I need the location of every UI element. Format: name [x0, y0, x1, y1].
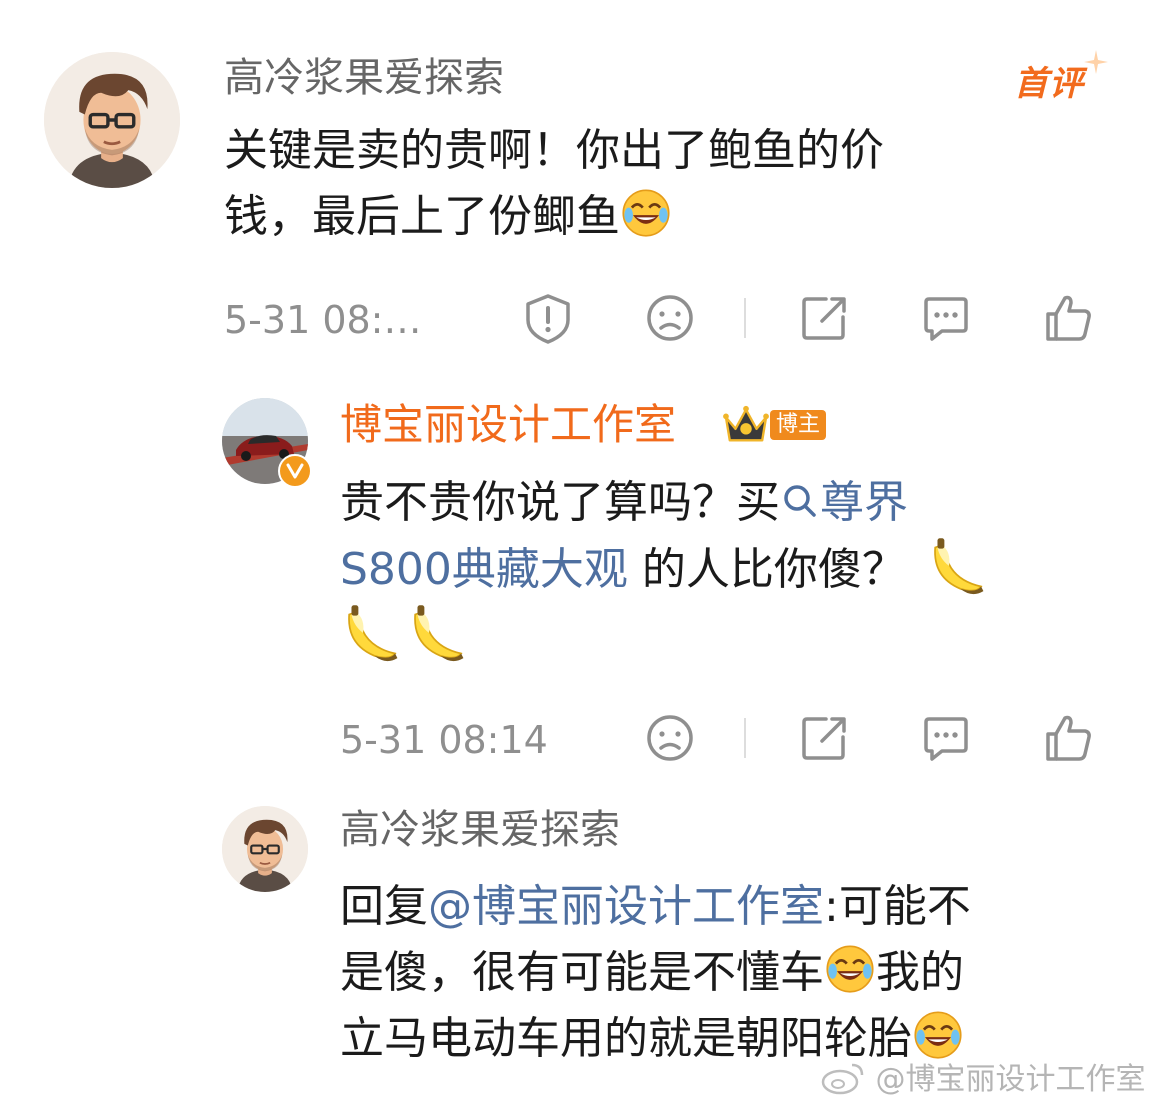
- comment-button[interactable]: [918, 290, 974, 346]
- reply-prefix: 回复: [340, 881, 428, 932]
- verified-badge: [278, 454, 312, 488]
- avatar[interactable]: [44, 52, 180, 188]
- reply-text-line: 回复@博宝丽设计工作室:可能不: [340, 874, 1130, 940]
- blogger-badge: 博主: [722, 404, 827, 446]
- crown-icon: [723, 405, 769, 442]
- like-button[interactable]: [1040, 290, 1096, 346]
- banana-emoji: [414, 604, 465, 662]
- comment-text: 关键是卖的贵啊！你出了鲍鱼的价 钱，最后上了份鲫鱼: [224, 118, 1084, 250]
- comment-text-line: 关键是卖的贵啊！你出了鲍鱼的价: [224, 125, 884, 176]
- reply-text-segment: 我的: [876, 947, 964, 998]
- reply-text-line: 是傻，很有可能是不懂车 我的: [340, 940, 1130, 1006]
- banana-emoji: [934, 537, 985, 595]
- reply-text-segment: 是傻，很有可能是不懂车: [340, 947, 824, 998]
- dislike-button[interactable]: [642, 710, 698, 766]
- banana-emoji: [348, 604, 399, 662]
- weibo-logo-icon: [821, 1063, 864, 1095]
- action-divider: [744, 298, 746, 338]
- blogger-badge-label: 博主: [770, 410, 827, 440]
- report-icon: [526, 294, 570, 344]
- comment-button[interactable]: [918, 710, 974, 766]
- dislike-icon: [647, 715, 693, 761]
- reply-text-line: 贵不贵你说了算吗？买 尊界: [340, 470, 1100, 536]
- sparkle-icon: [1084, 50, 1108, 74]
- comment-icon: [924, 297, 968, 341]
- reply-text-segment: :可能不: [824, 881, 971, 932]
- laugh-cry-emoji: [621, 188, 671, 238]
- comment-username[interactable]: 高冷浆果爱探索: [224, 54, 504, 102]
- blogger-username[interactable]: 博宝丽设计工作室: [340, 400, 676, 450]
- laugh-cry-emoji: [825, 944, 875, 994]
- dislike-icon: [647, 295, 693, 341]
- action-divider: [744, 718, 746, 758]
- search-icon: [784, 485, 816, 517]
- reply-text-segment: 贵不贵你说了算吗？买: [340, 477, 780, 528]
- share-icon: [802, 297, 846, 340]
- reply-timestamp: 5-31 08:14: [340, 718, 548, 762]
- reply-text-line: [340, 603, 1100, 670]
- watermark-text: @博宝丽设计工作室: [875, 1062, 1146, 1097]
- reply-text: 回复@博宝丽设计工作室:可能不 是傻，很有可能是不懂车 我的 立马电动车用的就是朝…: [340, 874, 1130, 1072]
- mention-link[interactable]: @博宝丽设计工作室: [428, 881, 824, 932]
- first-comment-label: 首评: [1014, 64, 1084, 104]
- like-icon: [1046, 295, 1091, 341]
- comment-text-segment: 钱，最后上了份鲫鱼: [224, 191, 620, 242]
- comment-text-line: 钱，最后上了份鲫鱼: [224, 184, 1084, 250]
- report-button[interactable]: [520, 290, 576, 346]
- reply-username[interactable]: 高冷浆果爱探索: [340, 806, 620, 854]
- dislike-button[interactable]: [642, 290, 698, 346]
- like-button[interactable]: [1040, 710, 1096, 766]
- avatar[interactable]: [222, 806, 308, 892]
- comment-timestamp: 5-31 08:…: [224, 298, 422, 342]
- like-icon: [1046, 715, 1091, 761]
- search-link-text: 尊界: [820, 477, 908, 528]
- comment-icon: [924, 717, 968, 761]
- share-button[interactable]: [796, 290, 852, 346]
- reply-text-segment: 的人比你傻？: [627, 544, 906, 595]
- reply-text: 贵不贵你说了算吗？买 尊界 S800典藏大观 的人比你傻？: [340, 470, 1100, 670]
- reply-text-line: S800典藏大观 的人比你傻？: [340, 536, 1100, 603]
- search-link-text[interactable]: S800典藏大观: [340, 544, 628, 595]
- share-icon: [802, 717, 846, 760]
- search-link[interactable]: 尊界: [780, 477, 908, 528]
- first-comment-badge: 首评: [1014, 50, 1108, 105]
- watermark: @博宝丽设计工作室: [820, 1054, 1146, 1098]
- share-button[interactable]: [796, 710, 852, 766]
- verified-icon: [286, 463, 304, 479]
